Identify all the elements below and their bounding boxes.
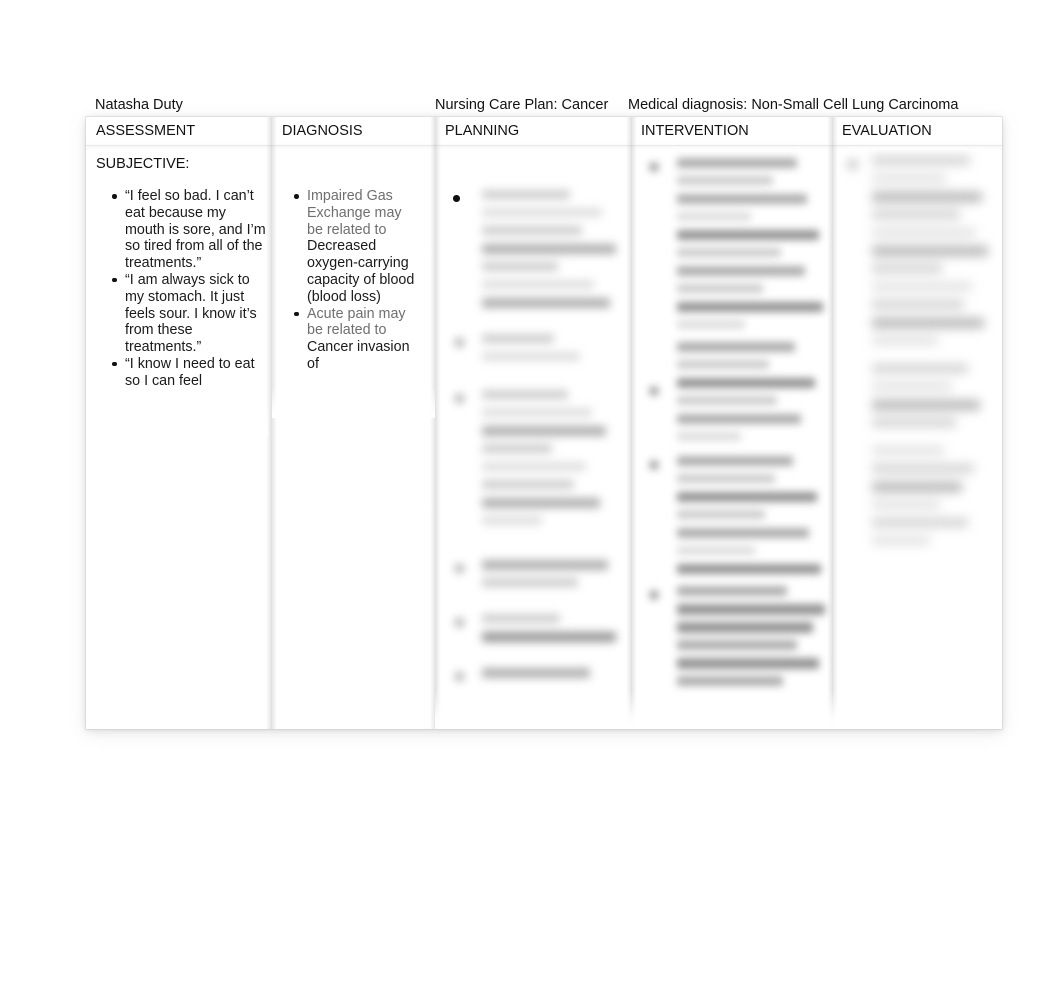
- care-plan-table: ASSESSMENT SUBJECTIVE: “I feel so bad. I…: [86, 117, 1002, 729]
- text-clip-fade: [96, 401, 268, 436]
- medical-diagnosis: Medical diagnosis: Non-Small Cell Lung C…: [628, 97, 959, 113]
- document-header: Natasha Duty Nursing Care Plan: Cancer M…: [95, 95, 995, 115]
- column-assessment: ASSESSMENT SUBJECTIVE: “I feel so bad. I…: [86, 117, 272, 729]
- column-body-intervention: [631, 150, 832, 729]
- redacted-evaluation-content: [832, 150, 1002, 729]
- bullet-dot-icon: [112, 361, 117, 367]
- column-body-assessment: SUBJECTIVE: “I feel so bad. I can’t eat …: [86, 150, 272, 729]
- bullet-dot-icon: [112, 277, 117, 283]
- column-body-evaluation: [832, 150, 1002, 729]
- redacted-intervention-content: [631, 150, 832, 729]
- subjective-label: SUBJECTIVE:: [96, 156, 190, 172]
- column-header-assessment: ASSESSMENT: [96, 123, 196, 139]
- diagnosis-problem-1: Impaired Gas Exchange may be related to: [307, 188, 402, 238]
- column-header-evaluation: EVALUATION: [842, 123, 932, 139]
- list-item: Impaired Gas Exchange may be related to …: [278, 188, 418, 306]
- column-body-planning: [435, 150, 631, 729]
- column-header-diagnosis: DIAGNOSIS: [282, 123, 363, 139]
- bullet-dot-icon: [294, 311, 299, 317]
- bullet-dot-icon: [112, 194, 117, 199]
- diagnosis-bullet-list: Impaired Gas Exchange may be related to …: [278, 188, 418, 373]
- assessment-quote-3: “I know I need to eat so I can feel: [125, 355, 255, 389]
- text-clip-fade: [272, 388, 435, 418]
- column-header-planning: PLANNING: [445, 123, 520, 139]
- list-item: Acute pain may be related to Cancer inva…: [278, 306, 418, 373]
- column-evaluation: EVALUATION: [832, 117, 1002, 729]
- column-header-intervention: INTERVENTION: [641, 123, 749, 139]
- author-name: Natasha Duty: [95, 97, 183, 113]
- list-item: “I know I need to eat so I can feel: [96, 355, 268, 436]
- column-diagnosis: DIAGNOSIS Impaired Gas Exchange may be r…: [272, 117, 435, 729]
- redacted-planning-content: [435, 150, 631, 729]
- document-title: Nursing Care Plan: Cancer: [435, 97, 609, 113]
- diagnosis-etiology-1: Decreased oxygen-carrying capacity of bl…: [307, 238, 415, 305]
- assessment-bullet-list: “I feel so bad. I can’t eat because my m…: [96, 188, 268, 436]
- diagnosis-problem-2: Acute pain may be related to: [307, 305, 406, 339]
- assessment-quote-2: “I am always sick to my stomach. It just…: [125, 271, 257, 356]
- bullet-dot-icon: [294, 194, 299, 199]
- list-item: “I feel so bad. I can’t eat because my m…: [96, 188, 268, 272]
- column-intervention: INTERVENTION: [631, 117, 832, 729]
- column-planning: PLANNING: [435, 117, 631, 729]
- diagnosis-etiology-2: Cancer invasion of: [307, 339, 410, 372]
- column-body-diagnosis: Impaired Gas Exchange may be related to …: [272, 150, 435, 729]
- list-item: “I am always sick to my stomach. It just…: [96, 272, 268, 356]
- assessment-quote-1: “I feel so bad. I can’t eat because my m…: [125, 188, 266, 272]
- document-page: Natasha Duty Nursing Care Plan: Cancer M…: [0, 0, 1062, 1001]
